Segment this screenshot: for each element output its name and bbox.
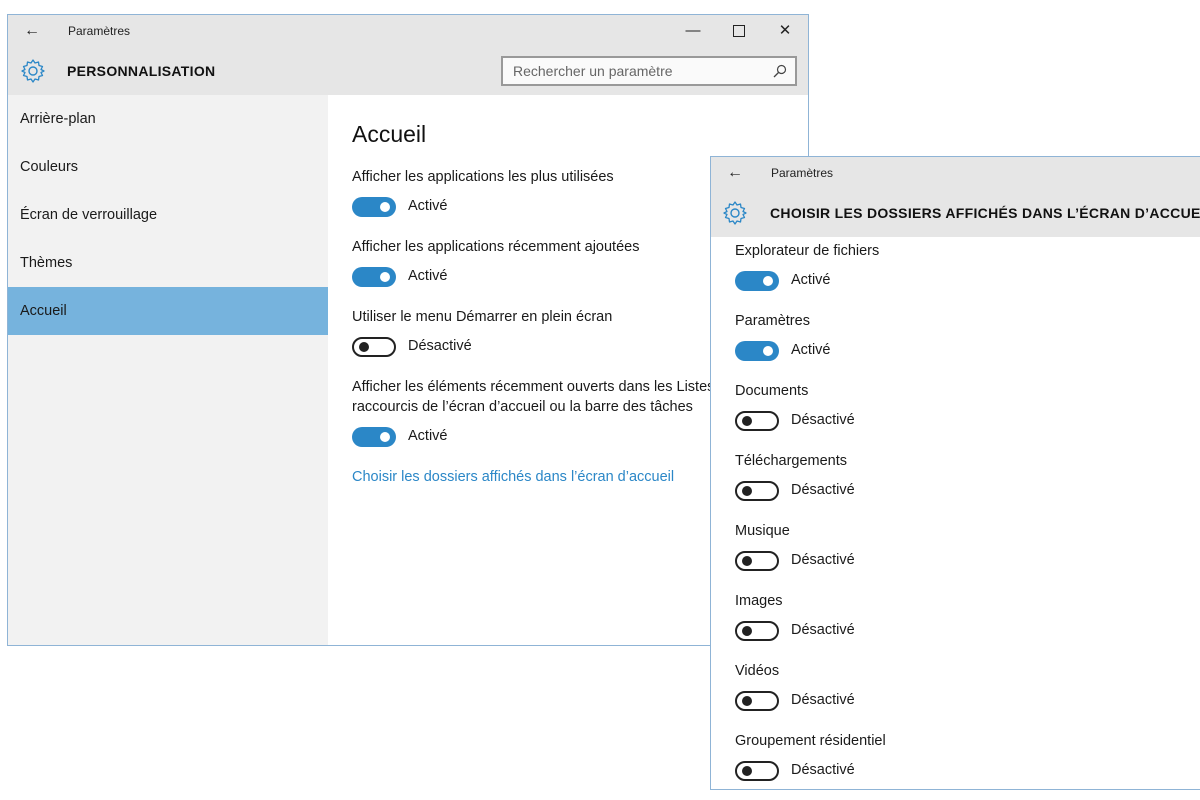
title-bar: ← Paramètres xyxy=(711,157,1200,189)
search-input[interactable]: Rechercher un paramètre xyxy=(501,56,797,86)
toggle-state: Désactivé xyxy=(791,622,855,638)
back-arrow-icon[interactable]: ← xyxy=(16,19,48,43)
settings-window-choose-folders: ← Paramètres CHOISIR LES DOSSIERS AFFICH… xyxy=(710,156,1200,790)
toggle-state: Désactivé xyxy=(791,762,855,778)
toggle-explorateur[interactable] xyxy=(735,271,779,291)
page-title: Accueil xyxy=(352,121,427,147)
folder-label: Musique xyxy=(735,523,790,539)
toggle-state: Désactivé xyxy=(791,692,855,708)
toggle-groupement-residentiel[interactable] xyxy=(735,761,779,781)
app-title: Paramètres xyxy=(771,166,834,180)
folder-label: Vidéos xyxy=(735,663,780,679)
page-heading: CHOISIR LES DOSSIERS AFFICHÉS DANS L’ÉCR… xyxy=(770,205,1200,221)
choose-folders-link[interactable]: Choisir les dossiers affichés dans l’écr… xyxy=(352,469,674,485)
toggle-knob xyxy=(380,202,390,212)
settings-window-personalization: ← Paramètres — ✕ PERSONNALISATION Recher… xyxy=(7,14,809,646)
sidebar-item-accueil[interactable]: Accueil xyxy=(8,287,328,335)
gear-icon xyxy=(723,201,747,225)
back-arrow-icon[interactable]: ← xyxy=(719,161,751,185)
folder-label: Explorateur de fichiers xyxy=(735,243,880,259)
toggle-parametres[interactable] xyxy=(735,341,779,361)
close-icon[interactable]: ✕ xyxy=(770,19,800,43)
toggle-most-used-apps[interactable] xyxy=(352,197,396,217)
toggle-state: Activé xyxy=(408,198,448,214)
toggle-state: Désactivé xyxy=(791,482,855,498)
toggle-state: Activé xyxy=(791,342,831,358)
search-icon[interactable] xyxy=(773,64,787,78)
app-title: Paramètres xyxy=(68,24,131,38)
maximize-icon[interactable] xyxy=(724,19,754,43)
toggle-recent-items-jump-lists[interactable] xyxy=(352,427,396,447)
folder-label: Images xyxy=(735,593,783,609)
folder-label: Téléchargements xyxy=(735,453,848,469)
toggle-images[interactable] xyxy=(735,621,779,641)
toggle-state: Activé xyxy=(408,268,448,284)
toggle-knob xyxy=(763,346,773,356)
toggle-knob xyxy=(742,766,752,776)
toggle-knob xyxy=(380,272,390,282)
toggle-recently-added-apps[interactable] xyxy=(352,267,396,287)
page-heading: PERSONNALISATION xyxy=(67,63,216,79)
folder-label: Groupement résidentiel xyxy=(735,733,886,749)
sidebar-item-themes[interactable]: Thèmes xyxy=(8,239,328,287)
sidebar-item-couleurs[interactable]: Couleurs xyxy=(8,143,328,191)
toggle-knob xyxy=(742,556,752,566)
setting-label: Utiliser le menu Démarrer en plein écran xyxy=(352,309,613,325)
toggle-knob xyxy=(742,696,752,706)
toggle-state: Désactivé xyxy=(791,412,855,428)
folder-label: Paramètres xyxy=(735,313,810,329)
minimize-icon[interactable]: — xyxy=(678,19,708,43)
toggle-state: Activé xyxy=(408,428,448,444)
setting-label: Afficher les applications récemment ajou… xyxy=(352,239,640,255)
toggle-telechargements[interactable] xyxy=(735,481,779,501)
toggle-documents[interactable] xyxy=(735,411,779,431)
toggle-knob xyxy=(763,276,773,286)
setting-label: Afficher les applications les plus utili… xyxy=(352,169,614,185)
folders-list: Explorateur de fichiers Activé Paramètre… xyxy=(711,237,1200,789)
gear-icon xyxy=(21,59,45,83)
setting-label-line-2: raccourcis de l’écran d’accueil ou la ba… xyxy=(352,399,693,415)
toggle-state: Activé xyxy=(791,272,831,288)
page-header: CHOISIR LES DOSSIERS AFFICHÉS DANS L’ÉCR… xyxy=(711,189,1200,237)
sidebar-item-arriere-plan[interactable]: Arrière-plan xyxy=(8,95,328,143)
toggle-full-screen-start[interactable] xyxy=(352,337,396,357)
toggle-knob xyxy=(380,432,390,442)
page-header: PERSONNALISATION Rechercher un paramètre xyxy=(8,47,808,95)
folder-label: Documents xyxy=(735,383,809,399)
toggle-knob xyxy=(742,486,752,496)
toggle-knob xyxy=(742,626,752,636)
toggle-knob xyxy=(742,416,752,426)
toggle-videos[interactable] xyxy=(735,691,779,711)
sidebar: Arrière-plan Couleurs Écran de verrouill… xyxy=(8,95,328,645)
toggle-state: Désactivé xyxy=(408,338,472,354)
search-placeholder: Rechercher un paramètre xyxy=(513,63,673,79)
toggle-state: Désactivé xyxy=(791,552,855,568)
setting-label-line-1: Afficher les éléments récemment ouverts … xyxy=(352,379,735,395)
sidebar-item-ecran-de-verrouillage[interactable]: Écran de verrouillage xyxy=(8,191,328,239)
title-bar: ← Paramètres — ✕ xyxy=(8,15,808,47)
toggle-musique[interactable] xyxy=(735,551,779,571)
toggle-knob xyxy=(359,342,369,352)
